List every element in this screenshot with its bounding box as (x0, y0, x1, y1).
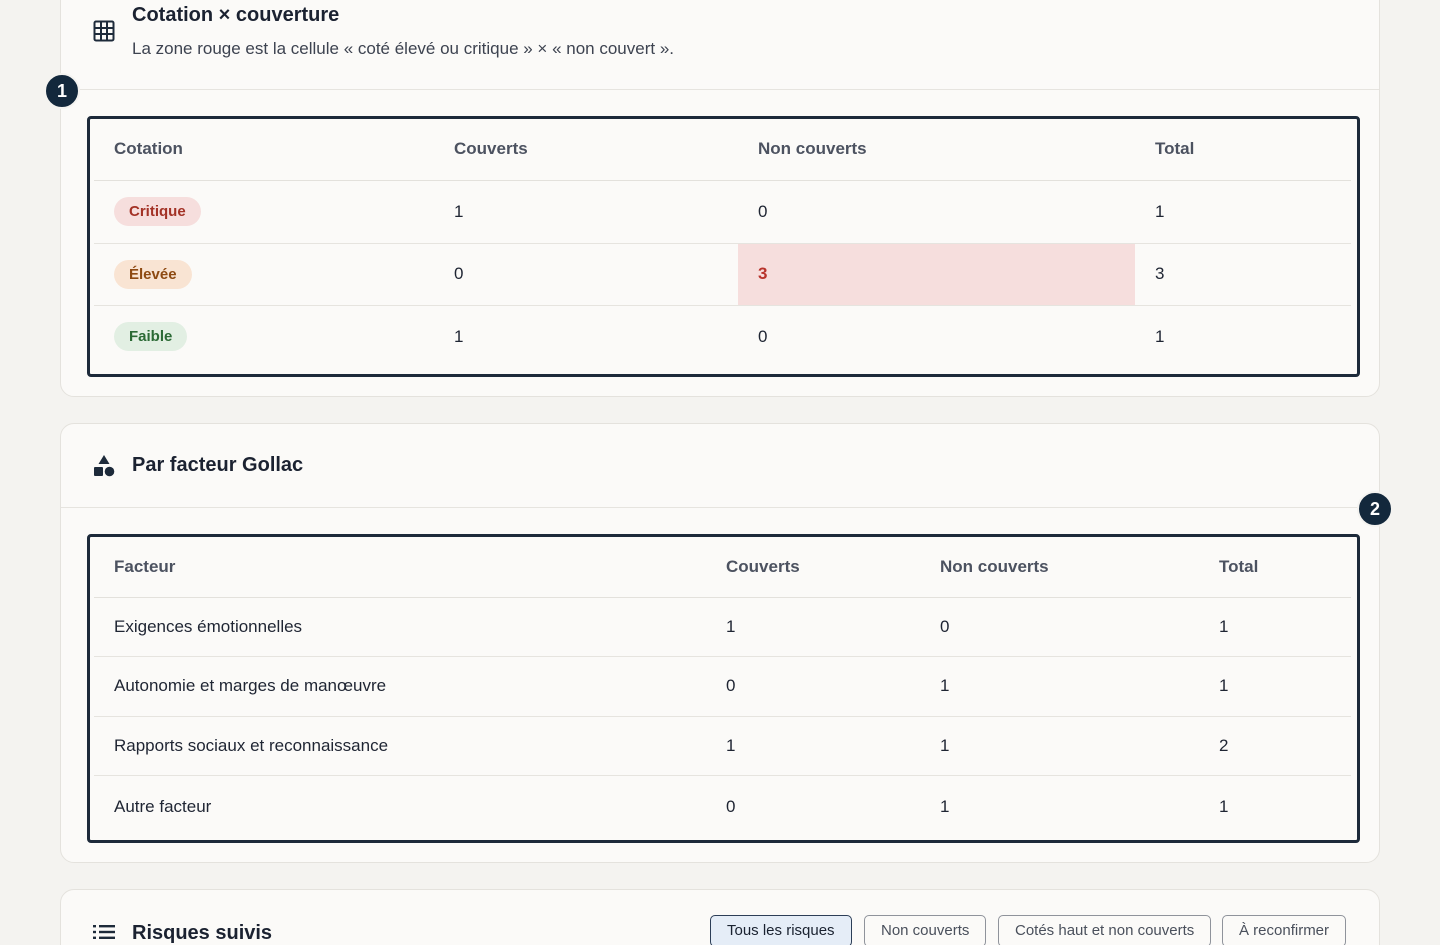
factor-cell: Autre facteur (114, 796, 212, 816)
column-header-non-couverts: Non couverts (920, 537, 1199, 598)
total-cell: 1 (1219, 796, 1229, 816)
filter-uncovered-button[interactable]: Non couverts (864, 915, 987, 945)
cotation-table: Cotation Couverts Non couverts Total Cri… (94, 119, 1351, 368)
filter-reconfirm-button[interactable]: À reconfirmer (1222, 915, 1347, 945)
covered-cell: 0 (726, 796, 736, 816)
not-covered-cell: 0 (758, 326, 768, 346)
column-header-non-couverts: Non couverts (738, 119, 1135, 181)
table-row: Critique 1 0 1 (94, 180, 1351, 244)
total-cell: 3 (1135, 243, 1351, 306)
total-cell: 1 (1199, 656, 1351, 717)
factor-cell: Exigences émotionnelles (94, 597, 706, 657)
cotation-cell: Élevée (94, 243, 434, 306)
cotation-cell: Faible (94, 305, 434, 368)
shapes-icon (92, 454, 116, 478)
cotation-card-header: Cotation × couverture La zone rouge est … (61, 0, 1379, 90)
table-row: Élevée 0 3 3 (94, 243, 1351, 306)
gollac-card: Par facteur Gollac Facteur Couverts Non … (60, 423, 1380, 863)
column-header-total: Total (1199, 537, 1351, 598)
column-header-cotation: Cotation (94, 119, 434, 181)
badge-elevee: Élevée (114, 259, 192, 289)
not-covered-cell: 1 (920, 716, 1199, 776)
gollac-table-header-row: Facteur Couverts Non couverts Total (94, 537, 1351, 598)
badge-critique: Critique (114, 197, 201, 226)
column-header-couverts: Couverts (434, 119, 738, 181)
gollac-table: Facteur Couverts Non couverts Total Exig… (94, 537, 1351, 838)
column-header-total: Total (1135, 119, 1351, 181)
badge-faible: Faible (114, 322, 188, 352)
table-row: Autre facteur 0 1 1 (94, 775, 1351, 838)
table-row: Faible 1 0 1 (94, 305, 1351, 368)
table-row: Exigences émotionnelles 1 0 1 (94, 597, 1351, 657)
cotation-card: Cotation × couverture La zone rouge est … (60, 0, 1380, 397)
not-covered-cell: 1 (920, 656, 1199, 717)
covered-cell: 1 (706, 597, 920, 657)
total-cell: 1 (1135, 180, 1351, 244)
not-covered-cell: 0 (920, 597, 1199, 657)
step-marker-2: 2 (1357, 491, 1393, 527)
list-icon (92, 920, 116, 944)
risks-card: Risques suivis Tous les risques Non couv… (60, 889, 1380, 945)
gollac-table-frame: Facteur Couverts Non couverts Total Exig… (87, 534, 1360, 843)
covered-cell: 1 (706, 716, 920, 776)
red-zone-cell: 3 (738, 243, 1135, 306)
not-covered-cell: 1 (940, 796, 950, 816)
column-header-couverts: Couverts (706, 537, 920, 598)
column-header-facteur: Facteur (94, 537, 706, 598)
filter-all-risks-button[interactable]: Tous les risques (710, 915, 852, 945)
total-cell: 1 (1199, 597, 1351, 657)
factor-cell: Autonomie et marges de manœuvre (94, 656, 706, 717)
filter-high-uncovered-button[interactable]: Cotés haut et non couverts (998, 915, 1212, 945)
table-row: Rapports sociaux et reconnaissance 1 1 2 (94, 716, 1351, 776)
cotation-table-frame: Cotation Couverts Non couverts Total Cri… (87, 116, 1360, 377)
covered-cell: 1 (434, 180, 738, 244)
step-marker-1: 1 (44, 73, 80, 109)
factor-cell: Rapports sociaux et reconnaissance (94, 716, 706, 776)
table-row: Autonomie et marges de manœuvre 0 1 1 (94, 656, 1351, 717)
not-covered-cell: 0 (738, 180, 1135, 244)
gollac-title: Par facteur Gollac (132, 454, 304, 476)
grid-table-icon (92, 19, 116, 43)
total-cell: 2 (1199, 716, 1351, 776)
cotation-cell: Critique (94, 180, 434, 244)
covered-cell: 0 (434, 243, 738, 306)
total-cell: 1 (1155, 326, 1165, 346)
covered-cell: 0 (706, 656, 920, 717)
covered-cell: 1 (454, 326, 464, 346)
cotation-table-header-row: Cotation Couverts Non couverts Total (94, 119, 1351, 181)
gollac-card-header: Par facteur Gollac (61, 424, 1379, 508)
cotation-title: Cotation × couverture (132, 4, 340, 26)
cotation-subtitle: La zone rouge est la cellule « coté élev… (132, 39, 674, 58)
risks-title: Risques suivis (132, 922, 273, 944)
